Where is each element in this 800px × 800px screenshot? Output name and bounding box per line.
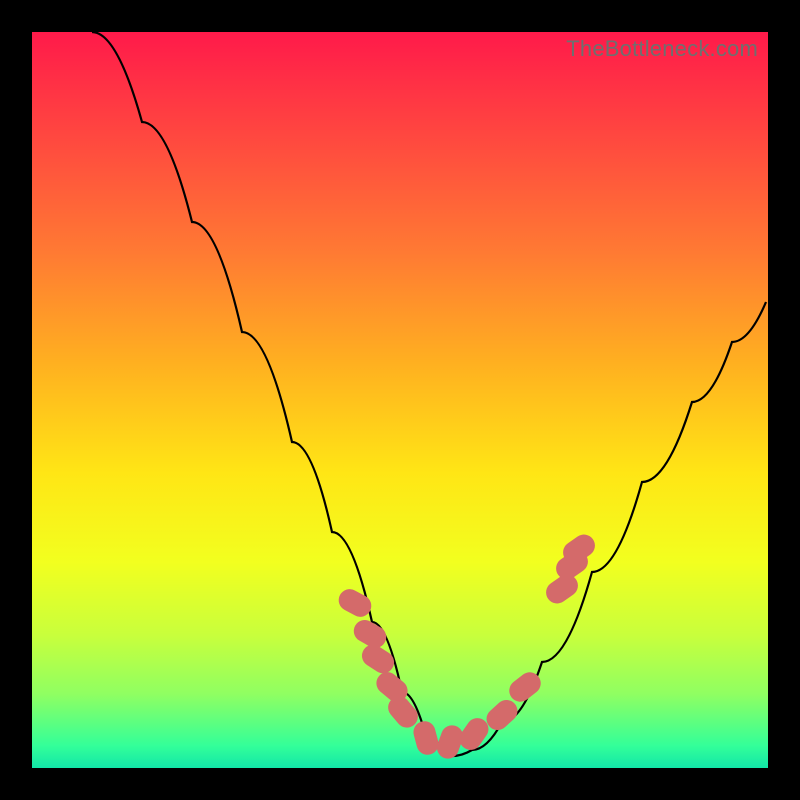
chart-plot-area: TheBottleneck.com [32,32,768,768]
curve-path [92,32,766,756]
bottleneck-curve [32,32,768,768]
chart-frame: TheBottleneck.com [0,0,800,800]
